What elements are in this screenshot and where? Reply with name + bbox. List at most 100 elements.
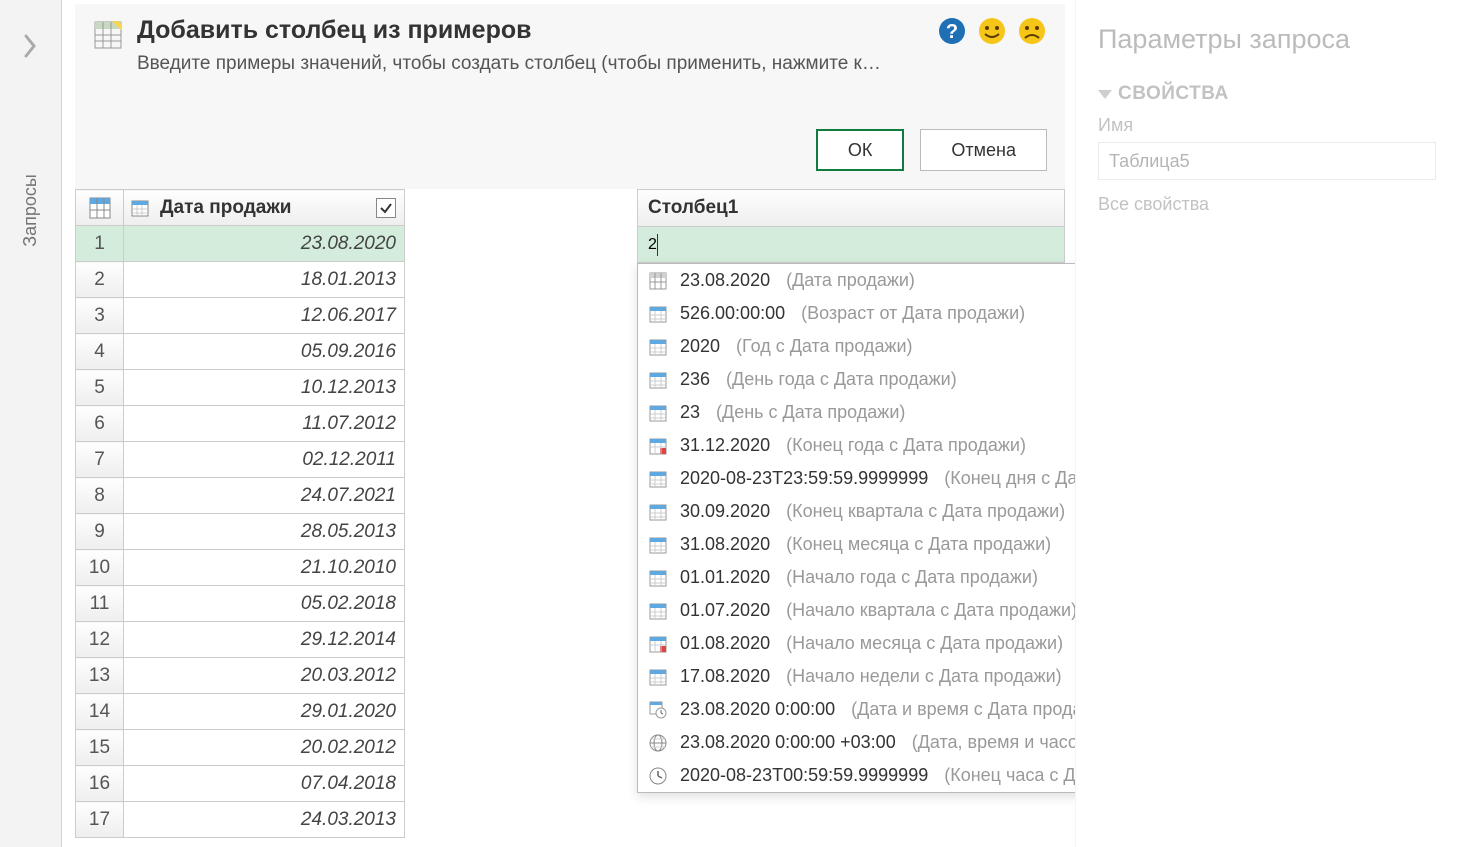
row-number-cell: 1 <box>76 226 124 262</box>
row-number-cell: 12 <box>76 622 124 658</box>
table-row[interactable]: 3 12.06.2017 <box>76 298 405 334</box>
cancel-button[interactable]: Отмена <box>920 129 1047 171</box>
suggestion-value: 01.07.2020 <box>680 600 770 621</box>
suggestion-value: 23 <box>680 402 700 423</box>
table-row[interactable]: 17 24.03.2013 <box>76 802 405 838</box>
feedback-sad-icon[interactable] <box>1017 16 1047 46</box>
date-cell[interactable]: 24.03.2013 <box>124 802 405 838</box>
new-column-name: Столбец1 <box>648 197 738 219</box>
suggestion-hint: (Дата продажи) <box>786 270 915 291</box>
column-checkbox[interactable] <box>376 198 396 218</box>
suggestion-hint: (День года с Дата продажи) <box>726 369 957 390</box>
queries-sidebar[interactable]: Запросы <box>0 0 62 847</box>
date-cell[interactable]: 11.07.2012 <box>124 406 405 442</box>
add-column-icon <box>93 20 123 50</box>
panel-description: Введите примеры значений, чтобы создать … <box>137 53 881 75</box>
calendar-icon <box>648 601 668 621</box>
date-cell[interactable]: 05.02.2018 <box>124 586 405 622</box>
collapse-triangle-icon <box>1098 90 1112 99</box>
example-input-cell[interactable]: 2 <box>637 227 1065 263</box>
suggestion-value: 23.08.2020 0:00:00 <box>680 699 835 720</box>
table-row[interactable]: 12 29.12.2014 <box>76 622 405 658</box>
suggestion-hint: (Год с Дата продажи) <box>736 336 913 357</box>
date-cell[interactable]: 10.12.2013 <box>124 370 405 406</box>
row-number-cell: 6 <box>76 406 124 442</box>
row-number-cell: 16 <box>76 766 124 802</box>
chevron-right-icon[interactable] <box>22 32 40 60</box>
column-header-date[interactable]: Дата продажи <box>124 190 405 226</box>
suggestion-hint: (День с Дата продажи) <box>716 402 905 423</box>
help-icon[interactable]: ? <box>937 16 967 46</box>
date-cell[interactable]: 05.09.2016 <box>124 334 405 370</box>
table-row[interactable]: 16 07.04.2018 <box>76 766 405 802</box>
date-cell[interactable]: 12.06.2017 <box>124 298 405 334</box>
date-cell[interactable]: 28.05.2013 <box>124 514 405 550</box>
suggestion-hint: (Начало года с Дата продажи) <box>786 567 1038 588</box>
table-row[interactable]: 6 11.07.2012 <box>76 406 405 442</box>
table-row[interactable]: 14 29.01.2020 <box>76 694 405 730</box>
date-cell[interactable]: 21.10.2010 <box>124 550 405 586</box>
calendar-icon <box>648 370 668 390</box>
calendar-icon <box>130 198 150 218</box>
ok-button[interactable]: ОК <box>816 129 905 171</box>
suggestion-value: 236 <box>680 369 710 390</box>
table-row[interactable]: 1 23.08.2020 <box>76 226 405 262</box>
suggestion-value: 2020-08-23T23:59:59.9999999 <box>680 468 928 489</box>
calendar-icon <box>648 337 668 357</box>
date-cell[interactable]: 20.03.2012 <box>124 658 405 694</box>
row-number-header[interactable] <box>76 190 124 226</box>
table-row[interactable]: 2 18.01.2013 <box>76 262 405 298</box>
calendar-icon <box>648 568 668 588</box>
table-row[interactable]: 8 24.07.2021 <box>76 478 405 514</box>
table-row[interactable]: 13 20.03.2012 <box>76 658 405 694</box>
row-number-cell: 5 <box>76 370 124 406</box>
row-number-cell: 8 <box>76 478 124 514</box>
table-icon <box>89 197 111 219</box>
calendar-icon <box>648 469 668 489</box>
feedback-happy-icon[interactable] <box>977 16 1007 46</box>
row-number-cell: 4 <box>76 334 124 370</box>
calendar-icon <box>648 667 668 687</box>
row-number-cell: 9 <box>76 514 124 550</box>
calendar-red-icon <box>648 634 668 654</box>
suggestion-hint: (Начало недели с Дата продажи) <box>786 666 1062 687</box>
table-row[interactable]: 10 21.10.2010 <box>76 550 405 586</box>
table-row[interactable]: 15 20.02.2012 <box>76 730 405 766</box>
date-cell[interactable]: 20.02.2012 <box>124 730 405 766</box>
settings-panel-title: Параметры запроса <box>1098 24 1436 55</box>
calendar-icon <box>648 403 668 423</box>
calendar-icon <box>648 535 668 555</box>
suggestion-value: 526.00:00:00 <box>680 303 785 324</box>
suggestion-hint: (Дата и время с Дата продажи) <box>851 699 1110 720</box>
row-number-cell: 2 <box>76 262 124 298</box>
table-row[interactable]: 11 05.02.2018 <box>76 586 405 622</box>
suggestion-value: 2020 <box>680 336 720 357</box>
date-cell[interactable]: 23.08.2020 <box>124 226 405 262</box>
column-header-label: Дата продажи <box>160 197 291 218</box>
add-column-from-examples-panel: Добавить столбец из примеров Введите при… <box>75 4 1065 189</box>
date-cell[interactable]: 07.04.2018 <box>124 766 405 802</box>
suggestion-hint: (Конец года с Дата продажи) <box>786 435 1026 456</box>
table-row[interactable]: 5 10.12.2013 <box>76 370 405 406</box>
date-cell[interactable]: 02.12.2011 <box>124 442 405 478</box>
table-row[interactable]: 4 05.09.2016 <box>76 334 405 370</box>
suggestion-value: 01.08.2020 <box>680 633 770 654</box>
table-row[interactable]: 7 02.12.2011 <box>76 442 405 478</box>
date-cell[interactable]: 29.12.2014 <box>124 622 405 658</box>
all-properties-link[interactable]: Все свойства <box>1098 194 1436 215</box>
clock-icon <box>648 766 668 786</box>
query-settings-panel: Параметры запроса СВОЙСТВА Имя Все свойс… <box>1075 0 1458 847</box>
calendar-red-icon <box>648 436 668 456</box>
date-cell[interactable]: 24.07.2021 <box>124 478 405 514</box>
properties-section-label: СВОЙСТВА <box>1118 83 1229 105</box>
table-row[interactable]: 9 28.05.2013 <box>76 514 405 550</box>
date-cell[interactable]: 18.01.2013 <box>124 262 405 298</box>
svg-text:?: ? <box>946 21 958 43</box>
properties-section-header[interactable]: СВОЙСТВА <box>1098 83 1436 105</box>
row-number-cell: 15 <box>76 730 124 766</box>
calendar-icon <box>648 304 668 324</box>
new-column-header[interactable]: Столбец1 <box>637 189 1065 227</box>
suggestion-value: 17.08.2020 <box>680 666 770 687</box>
query-name-input[interactable] <box>1098 142 1436 180</box>
date-cell[interactable]: 29.01.2020 <box>124 694 405 730</box>
